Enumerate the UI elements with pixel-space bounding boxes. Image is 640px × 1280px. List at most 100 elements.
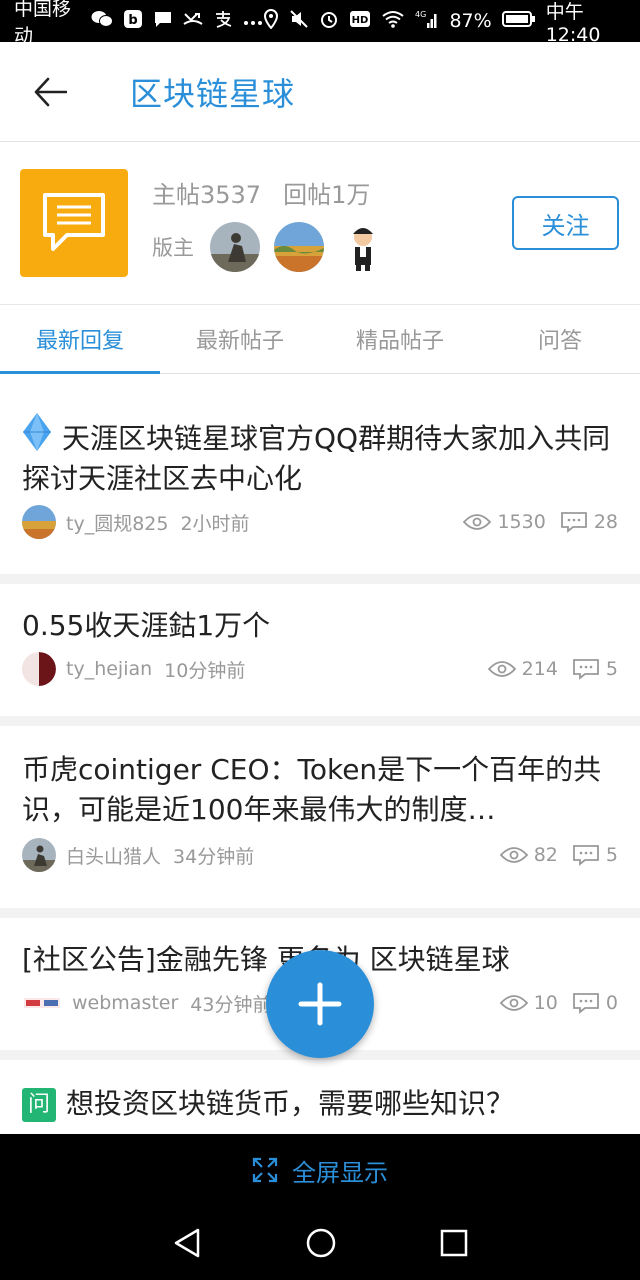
- wechat-icon: [91, 10, 114, 32]
- status-right: HD 4G 87% 中午12:40: [263, 0, 626, 46]
- post-title: 币虎cointiger CEO：Token是下一个百年的共识，可能是近100年来…: [22, 753, 602, 826]
- comment-icon: [573, 659, 599, 680]
- comment-stat: 5: [572, 844, 618, 866]
- author-avatar: [22, 652, 56, 686]
- comment-icon: [560, 512, 587, 533]
- forum-header: 主帖3537 回帖1万 版主 关注: [0, 142, 640, 304]
- new-post-button[interactable]: [266, 950, 374, 1058]
- author-avatar: [22, 838, 56, 872]
- post-title-text: 想投资区块链货币，需要哪些知识？: [66, 1087, 515, 1120]
- post-item[interactable]: 0.55收天涯鈷1万个 ty_hejian 10分钟前 214 5: [0, 584, 640, 716]
- message-icon: [153, 10, 173, 32]
- main-post-count: 主帖3537: [152, 180, 262, 209]
- more-icon: [243, 12, 263, 30]
- tab-featured-posts[interactable]: 精品帖子: [320, 305, 480, 373]
- view-stat: 10: [499, 992, 558, 1014]
- carrier-label: 中国移动: [14, 0, 72, 47]
- tab-latest-replies[interactable]: 最新回复: [0, 305, 160, 374]
- post-time: 34分钟前: [173, 845, 255, 868]
- post-time: 10分钟前: [164, 659, 246, 682]
- post-title: 问想投资区块链货币，需要哪些知识？: [22, 1084, 618, 1124]
- author-avatar: [22, 986, 62, 1020]
- qa-badge: 问: [22, 1088, 56, 1122]
- page-title: 区块链星球: [130, 74, 296, 113]
- fullscreen-icon: [252, 1157, 278, 1183]
- view-stat: 214: [487, 658, 558, 680]
- post-item[interactable]: 天涯区块链星球官方QQ群期待大家加入共同探讨天涯社区去中心化 ty_圆规825 …: [0, 374, 640, 574]
- fullscreen-label: 全屏显示: [292, 1158, 388, 1187]
- svg-text:HD: HD: [352, 15, 369, 26]
- comment-icon: [573, 845, 599, 866]
- fullscreen-toggle[interactable]: 全屏显示: [0, 1134, 640, 1206]
- baidu-icon: b: [123, 9, 143, 33]
- post-meta: 白头山猎人 34分钟前 82 5: [22, 838, 618, 872]
- battery-icon: [501, 10, 536, 32]
- comment-stat: 5: [572, 658, 618, 680]
- reply-count: 回帖1万: [283, 180, 371, 209]
- clock: 中午12:40: [545, 0, 601, 46]
- post-title: 天涯区块链星球官方QQ群期待大家加入共同探讨天涯社区去中心化: [22, 412, 618, 499]
- wifi-icon: [381, 10, 405, 32]
- home-nav-icon[interactable]: [305, 1227, 337, 1259]
- back-nav-icon[interactable]: [172, 1227, 202, 1259]
- tab-qa[interactable]: 问答: [480, 305, 640, 373]
- missed-call-icon: [183, 10, 204, 32]
- moderator-avatar[interactable]: [210, 221, 260, 272]
- diamond-icon: [23, 413, 51, 451]
- svg-text:b: b: [129, 13, 138, 28]
- chat-bubble-icon: [43, 193, 105, 251]
- back-button[interactable]: [0, 42, 100, 142]
- post-item[interactable]: 问想投资区块链货币，需要哪些知识？: [0, 1060, 640, 1134]
- system-nav-bar: [0, 1206, 640, 1280]
- forum-info: 主帖3537 回帖1万 版主: [152, 175, 402, 272]
- alarm-icon: [319, 9, 339, 33]
- author-name[interactable]: ty_圆规825: [66, 509, 168, 536]
- comment-count: 5: [605, 844, 618, 866]
- post-meta: ty_圆规825 2小时前 1530 28: [22, 505, 618, 539]
- eye-icon: [499, 847, 528, 863]
- view-stat: 82: [499, 844, 558, 866]
- comment-stat: 0: [572, 992, 618, 1014]
- plus-icon: [298, 982, 342, 1026]
- alipay-icon: [213, 10, 233, 32]
- post-title-text: 天涯区块链星球官方QQ群期待大家加入共同探讨天涯社区去中心化: [22, 422, 611, 495]
- author-name[interactable]: webmaster: [72, 992, 178, 1014]
- eye-icon: [463, 514, 492, 530]
- author-name[interactable]: 白头山猎人: [66, 842, 161, 869]
- battery-percent: 87%: [449, 10, 492, 32]
- moderator-avatar[interactable]: [274, 221, 324, 272]
- location-icon: [263, 8, 279, 33]
- moderator-avatar[interactable]: [338, 221, 388, 272]
- view-count: 214: [521, 658, 558, 680]
- follow-button[interactable]: 关注: [512, 196, 619, 250]
- view-count: 10: [533, 992, 558, 1014]
- recents-nav-icon[interactable]: [440, 1229, 468, 1257]
- eye-icon: [499, 995, 528, 1011]
- mute-icon: [289, 9, 309, 33]
- network-type-label: 4G: [415, 10, 426, 19]
- forum-logo: [20, 169, 128, 277]
- post-title: 0.55收天涯鈷1万个: [22, 609, 271, 642]
- moderator-label: 版主: [152, 235, 194, 260]
- comment-stat: 28: [560, 511, 618, 533]
- status-left: 中国移动 b: [14, 0, 263, 48]
- moderators: 版主: [152, 221, 402, 272]
- comment-count: 5: [605, 658, 618, 680]
- author-avatar: [22, 505, 56, 539]
- tab-latest-posts[interactable]: 最新帖子: [160, 305, 320, 373]
- back-arrow-icon: [34, 77, 67, 106]
- author-name[interactable]: ty_hejian: [66, 658, 152, 680]
- comment-count: 0: [605, 992, 618, 1014]
- post-time: 2小时前: [180, 512, 250, 535]
- hd-icon: HD: [349, 10, 371, 32]
- view-count: 82: [533, 844, 558, 866]
- status-bar: 中国移动 b HD 4G 87% 中午12:40: [0, 0, 640, 47]
- comment-icon: [573, 993, 599, 1014]
- comment-count: 28: [593, 511, 618, 533]
- post-time: 43分钟前: [190, 993, 272, 1016]
- tab-bar: 最新回复 最新帖子 精品帖子 问答: [0, 304, 640, 374]
- post-item[interactable]: 币虎cointiger CEO：Token是下一个百年的共识，可能是近100年来…: [0, 726, 640, 908]
- forum-stats: 主帖3537 回帖1万: [152, 175, 402, 210]
- post-meta: ty_hejian 10分钟前 214 5: [22, 652, 618, 686]
- view-count: 1530: [497, 511, 546, 533]
